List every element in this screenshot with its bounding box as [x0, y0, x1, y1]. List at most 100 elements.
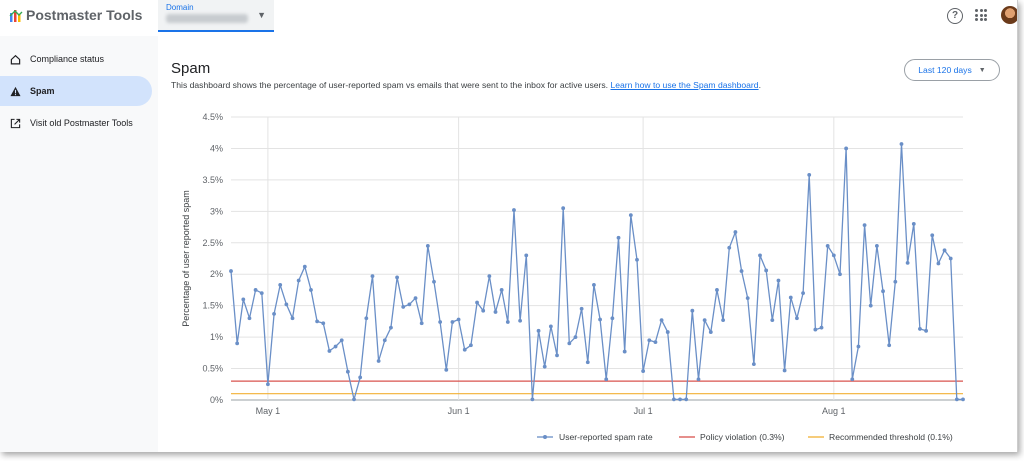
data-point — [924, 328, 928, 333]
x-tick-label: Jun 1 — [448, 406, 470, 416]
data-point — [401, 305, 406, 309]
data-point — [918, 327, 922, 331]
data-point — [352, 397, 356, 402]
data-point — [315, 319, 320, 324]
data-point — [751, 362, 756, 367]
data-point — [518, 318, 523, 323]
data-point — [542, 364, 547, 369]
data-point — [592, 283, 596, 287]
data-point — [671, 397, 676, 402]
y-tick-label: 0% — [210, 395, 223, 405]
data-point — [628, 213, 633, 218]
y-axis-label: Percentage of user reported spam — [181, 190, 191, 327]
data-point — [573, 335, 578, 340]
data-point — [764, 268, 769, 273]
data-point — [481, 308, 486, 313]
data-point — [444, 367, 449, 372]
data-point — [339, 338, 344, 343]
legend-label: Policy violation (0.3%) — [700, 432, 785, 442]
y-tick-label: 4.5% — [202, 112, 223, 122]
data-point — [302, 264, 307, 269]
data-point — [954, 397, 959, 402]
legend-label: User-reported spam rate — [559, 432, 653, 442]
y-tick-label: 1.5% — [202, 301, 223, 311]
data-point — [284, 302, 289, 307]
data-point — [235, 341, 240, 346]
data-point — [432, 279, 436, 284]
x-tick-label: May 1 — [256, 406, 281, 416]
data-point — [419, 321, 424, 326]
data-point — [911, 222, 916, 226]
data-point — [259, 291, 264, 295]
data-point — [229, 269, 233, 273]
data-point — [745, 296, 750, 301]
data-point — [241, 297, 246, 302]
data-point — [862, 223, 867, 228]
y-tick-label: 3% — [210, 206, 223, 216]
y-tick-label: 2% — [210, 269, 223, 279]
data-point — [727, 245, 732, 250]
data-point — [905, 261, 910, 265]
data-point — [622, 349, 627, 354]
data-point — [290, 316, 295, 321]
data-point — [795, 316, 799, 321]
app-window: Postmaster Tools Domain ▼ ? Compliance s… — [0, 0, 1018, 452]
data-point — [715, 288, 719, 292]
data-point — [874, 244, 879, 248]
data-point — [389, 325, 393, 330]
data-point — [678, 397, 682, 402]
spam-rate-series-line — [230, 143, 963, 401]
data-point — [450, 320, 455, 324]
data-point — [358, 375, 363, 380]
data-point — [395, 275, 399, 280]
data-point — [708, 330, 713, 334]
data-point — [561, 206, 566, 211]
data-point — [505, 320, 510, 324]
data-point — [579, 306, 584, 311]
data-point — [776, 278, 781, 283]
data-point — [598, 317, 602, 322]
spam-rate-chart: 0% 0.5% 1% 1.5% 2% 2.5% 3% 3.5% 4% 4.5% May 1 Jun 1… — [181, 112, 965, 442]
data-point — [801, 291, 805, 295]
data-point — [782, 368, 787, 373]
data-point — [468, 343, 473, 348]
data-point — [487, 274, 492, 279]
data-point — [475, 300, 479, 305]
data-point — [831, 253, 836, 258]
data-point — [653, 340, 658, 345]
data-point — [733, 230, 738, 234]
data-point — [345, 369, 350, 374]
data-point — [819, 325, 824, 330]
data-point — [856, 344, 861, 349]
data-point — [930, 233, 935, 238]
data-point — [548, 324, 553, 329]
data-point — [659, 318, 664, 323]
data-point — [382, 338, 387, 343]
data-point — [881, 289, 885, 294]
data-point — [641, 369, 646, 373]
data-point — [788, 295, 793, 300]
data-point — [702, 318, 707, 323]
data-point — [567, 341, 572, 346]
data-point — [585, 360, 590, 365]
data-point — [247, 316, 252, 321]
data-point — [899, 142, 904, 146]
data-point — [961, 397, 965, 402]
data-point — [696, 377, 701, 382]
x-tick-label: Aug 1 — [822, 406, 846, 416]
data-point — [604, 377, 609, 382]
data-point — [425, 244, 430, 248]
data-point — [333, 344, 338, 349]
data-point — [893, 279, 898, 284]
data-point — [610, 316, 615, 321]
legend-label: Recommended threshold (0.1%) — [829, 432, 953, 442]
y-tick-label: 3.5% — [202, 175, 223, 185]
data-point — [948, 256, 953, 261]
data-point — [616, 235, 621, 240]
data-point — [825, 244, 830, 248]
data-point — [936, 261, 941, 266]
data-point — [887, 343, 892, 348]
data-point — [296, 278, 301, 283]
data-point — [530, 397, 535, 402]
data-point — [635, 257, 639, 262]
